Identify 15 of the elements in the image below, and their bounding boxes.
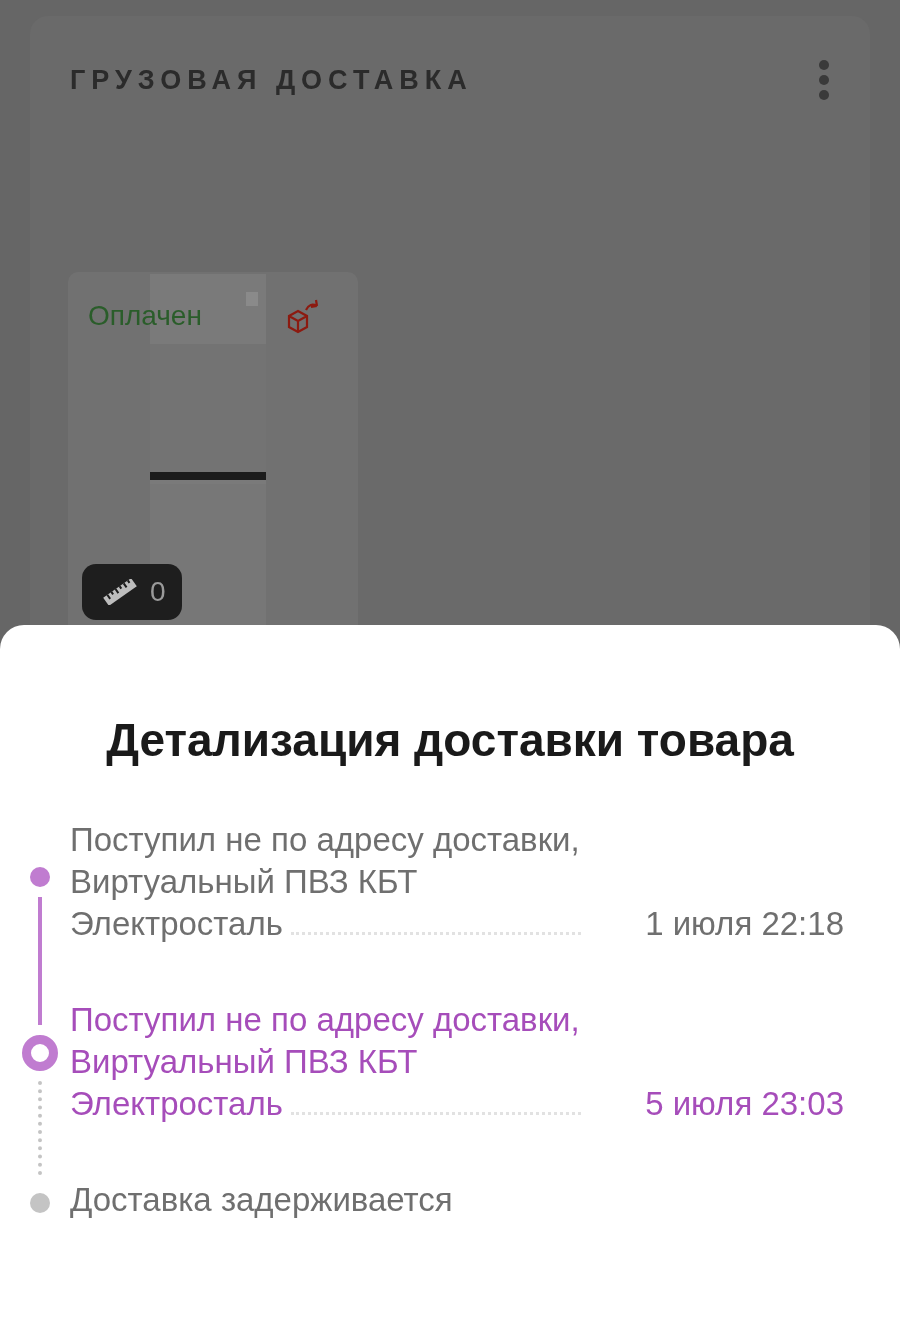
measure-count: 0 [150,576,166,608]
measure-badge[interactable]: 0 [82,564,182,620]
payment-status: Оплачен [88,300,202,332]
step-date: 1 июля 22:18 [645,904,844,944]
sheet-title: Детализация доставки товара [105,713,795,767]
step-dot [30,1193,50,1213]
box-return-icon [286,298,320,334]
step-dot [30,867,50,887]
more-icon[interactable] [818,60,830,100]
step-date: 5 июля 23:03 [645,1084,844,1124]
section-title: ГРУЗОВАЯ ДОСТАВКА [70,64,473,96]
current-step-marker [22,1035,58,1071]
step-text: Поступил не по адресу доставки, Виртуальный ПВЗ КБТ Электросталь [70,1001,580,1122]
step-text: Доставка задерживается [70,1181,453,1218]
step-text: Поступил не по адресу доставки, Виртуальный ПВЗ КБТ Электросталь [70,821,580,942]
